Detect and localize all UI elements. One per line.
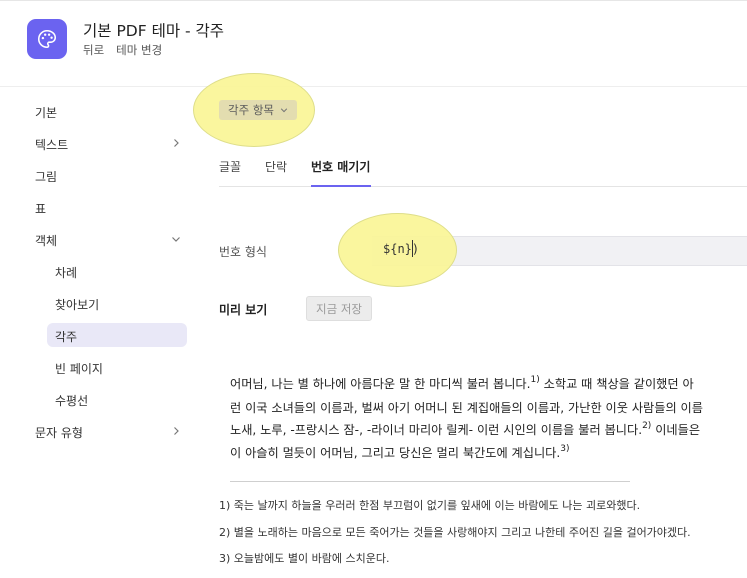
text-caret [412, 240, 413, 257]
number-format-value[interactable]: ${n}) [383, 242, 419, 256]
sidebar-item-text[interactable]: 텍스트 [35, 136, 68, 153]
footnote-item-dropdown[interactable]: 각주 항목 [219, 100, 297, 120]
number-format-label: 번호 형식 [219, 245, 267, 259]
sidebar-item-horizontal-rule[interactable]: 수평선 [55, 392, 88, 409]
footnote-ref: 1) [530, 375, 540, 385]
sidebar-item-index[interactable]: 찾아보기 [55, 296, 99, 313]
chevron-right-icon[interactable] [171, 426, 181, 436]
dropdown-label: 각주 항목 [228, 103, 274, 117]
active-tab-indicator [311, 185, 371, 187]
page-title: 기본 PDF 테마 - 각주 [83, 22, 225, 40]
back-link[interactable]: 뒤로 [83, 42, 104, 58]
tab-numbering[interactable]: 번호 매기기 [311, 158, 370, 175]
sidebar-item-footnotes[interactable]: 각주 [55, 328, 77, 345]
change-theme-link[interactable]: 테마 변경 [116, 42, 162, 58]
preview-label: 미리 보기 [219, 303, 268, 317]
preview-paragraph-line: 이 아슬히 멀듯이 어머님, 그리고 당신은 멀리 북간도에 계십니다.3) [230, 444, 570, 460]
sidebar-item-toc[interactable]: 차례 [55, 264, 77, 281]
preview-paragraph-line: 어머님, 나는 별 하나에 아름다운 말 한 마디씩 불러 봅니다.1) 소학교… [230, 375, 694, 391]
palette-icon [38, 29, 57, 49]
tabs-divider [219, 186, 747, 187]
header-divider [0, 86, 747, 87]
chevron-right-icon[interactable] [171, 138, 181, 148]
tab-paragraph[interactable]: 단락 [265, 158, 287, 175]
tab-font[interactable]: 글꼴 [219, 158, 241, 175]
footnote-ref: 2) [642, 421, 652, 431]
footnote-item: 2) 별을 노래하는 마음으로 모든 죽어가는 것들을 사랑해야지 그리고 나한… [219, 526, 691, 539]
chevron-down-icon[interactable] [171, 234, 181, 244]
sidebar-item-table[interactable]: 표 [35, 200, 46, 217]
footnote-separator [230, 481, 630, 482]
top-border [0, 0, 747, 1]
sidebar-item-image[interactable]: 그림 [35, 168, 57, 185]
app-icon [27, 19, 67, 59]
sidebar-item-basic[interactable]: 기본 [35, 104, 57, 121]
chevron-down-icon [280, 108, 288, 113]
footnote-item: 3) 오늘밤에도 별이 바람에 스치운다. [219, 552, 390, 565]
breadcrumb: 뒤로 테마 변경 [83, 42, 162, 58]
sidebar-item-char-styles[interactable]: 문자 유형 [35, 424, 83, 441]
preview-paragraph-line: 노새, 노루, -프랑시스 잠-, -라이너 마리아 릴케- 이런 시인의 이름… [230, 421, 701, 437]
preview-paragraph-line: 런 이국 소녀들의 이름과, 벌써 아기 어머니 된 계집애들의 이름과, 가난… [230, 401, 703, 415]
sidebar-item-objects[interactable]: 객체 [35, 232, 57, 249]
save-now-button[interactable]: 지금 저장 [306, 296, 372, 321]
footnote-ref: 3) [560, 444, 570, 454]
footnote-item: 1) 죽는 날까지 하늘을 우러러 한점 부끄럼이 없기를 잎새에 이는 바람에… [219, 499, 641, 512]
sidebar-item-blank-page[interactable]: 빈 페이지 [55, 360, 103, 377]
